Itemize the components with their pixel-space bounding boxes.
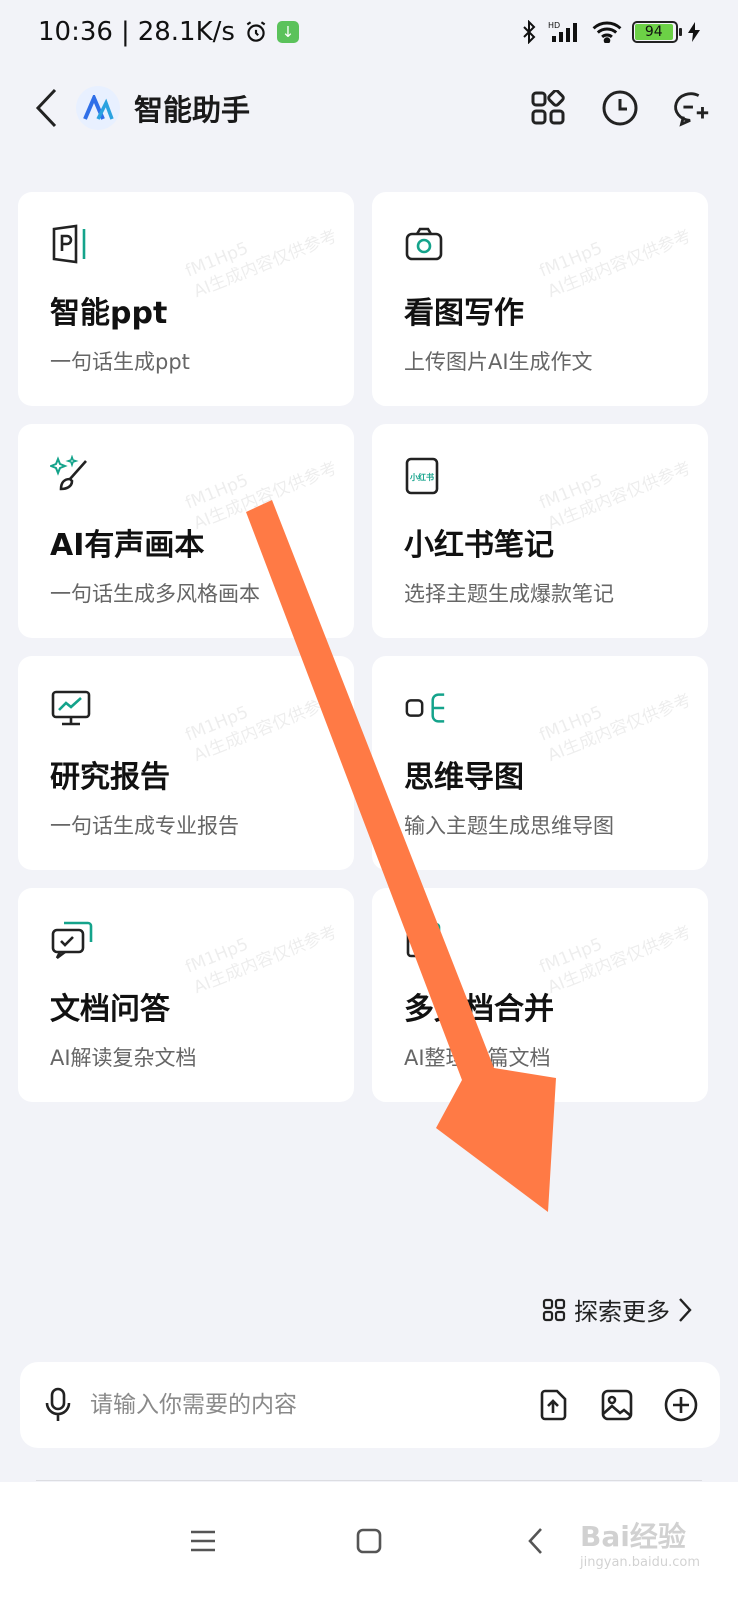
upload-image-button[interactable] — [598, 1386, 636, 1424]
plus-circle-icon — [664, 1388, 698, 1422]
assistant-logo-icon — [76, 86, 120, 130]
monitor-chart-icon — [50, 686, 94, 730]
alarm-icon — [243, 19, 269, 45]
bluetooth-icon — [520, 20, 538, 44]
card-title: 看图写作 — [404, 296, 524, 331]
card-title: AI有声画本 — [50, 528, 205, 563]
card-title: 研究报告 — [50, 760, 170, 795]
chevron-right-icon — [679, 1297, 692, 1322]
card-subtitle: 选择主题生成爆款笔记 — [404, 582, 614, 606]
microphone-icon — [45, 1387, 71, 1421]
upload-file-button[interactable] — [534, 1386, 572, 1424]
wifi-icon — [592, 21, 622, 43]
card-title: 思维导图 — [404, 760, 524, 795]
battery-indicator: 94 — [632, 21, 682, 43]
more-options-button[interactable] — [662, 1386, 700, 1424]
svg-text:HD: HD — [548, 21, 560, 30]
card-picture-writing[interactable]: 看图写作 上传图片AI生成作文 fM1Hp5 AI生成内容仅供参考 — [372, 192, 708, 406]
clock-icon — [602, 90, 638, 126]
card-title: 智能ppt — [50, 296, 168, 331]
feature-grid: 智能ppt 一句话生成ppt fM1Hp5 AI生成内容仅供参考 看图写作 上传图… — [18, 192, 722, 1102]
mindmap-icon — [404, 686, 448, 730]
new-chat-button[interactable] — [672, 88, 712, 128]
card-research-report[interactable]: 研究报告 一句话生成专业报告 fM1Hp5 AI生成内容仅供参考 — [18, 656, 354, 870]
card-mind-map[interactable]: 思维导图 输入主题生成思维导图 fM1Hp5 AI生成内容仅供参考 — [372, 656, 708, 870]
card-document-qa[interactable]: 文档问答 AI解读复杂文档 fM1Hp5 AI生成内容仅供参考 — [18, 888, 354, 1102]
card-title: 文档问答 — [50, 992, 170, 1027]
merge-doc-icon — [404, 918, 448, 962]
home-button[interactable] — [344, 1516, 394, 1566]
voice-input-button[interactable] — [40, 1387, 76, 1423]
menu-icon — [191, 1530, 215, 1552]
divider — [36, 1480, 702, 1481]
app-header: 智能助手 — [0, 68, 738, 148]
chat-doc-icon — [50, 918, 94, 962]
svg-text:小红书: 小红书 — [409, 472, 434, 482]
card-subtitle: AI整理多篇文档 — [404, 1046, 551, 1070]
xiaohongshu-icon: 小红书 — [404, 454, 448, 498]
network-speed: 28.1K/s — [137, 17, 235, 47]
chevron-left-icon — [528, 1528, 542, 1554]
signal-icon: HD — [548, 20, 582, 44]
card-subtitle: 一句话生成多风格画本 — [50, 582, 260, 606]
chat-input-bar — [20, 1362, 720, 1448]
battery-level: 94 — [635, 24, 673, 40]
baidu-url: jingyan.baidu.com — [580, 1555, 700, 1570]
paintbrush-sparkle-icon — [50, 454, 94, 498]
card-subtitle: 输入主题生成思维导图 — [404, 814, 614, 838]
image-icon — [601, 1389, 633, 1421]
back-button[interactable] — [26, 78, 66, 138]
camera-icon — [404, 222, 448, 266]
recent-apps-button[interactable] — [178, 1516, 228, 1566]
explore-more-link[interactable]: 探索更多 — [542, 1292, 692, 1327]
card-subtitle: 上传图片AI生成作文 — [404, 350, 593, 374]
card-multi-doc-merge[interactable]: 多文档合并 AI整理多篇文档 fM1Hp5 AI生成内容仅供参考 — [372, 888, 708, 1102]
message-input[interactable] — [90, 1392, 534, 1418]
square-icon — [356, 1528, 382, 1554]
ppt-icon — [50, 222, 94, 266]
apps-grid-icon — [531, 90, 565, 125]
card-smart-ppt[interactable]: 智能ppt 一句话生成ppt fM1Hp5 AI生成内容仅供参考 — [18, 192, 354, 406]
card-subtitle: AI解读复杂文档 — [50, 1046, 197, 1070]
card-subtitle: 一句话生成专业报告 — [50, 814, 239, 838]
apps-grid-icon — [542, 1298, 566, 1321]
status-bar: 10:36 | 28.1K/s ↓ HD 94 — [0, 0, 738, 64]
file-upload-icon — [540, 1389, 567, 1421]
history-button[interactable] — [600, 88, 640, 128]
baidu-watermark: Bai经验 jingyan.baidu.com — [580, 1515, 700, 1570]
charging-icon — [688, 22, 700, 42]
status-time: 10:36 — [38, 17, 113, 47]
card-subtitle: 一句话生成ppt — [50, 350, 190, 374]
page-title: 智能助手 — [134, 93, 251, 127]
card-ai-audio-picture-book[interactable]: AI有声画本 一句话生成多风格画本 fM1Hp5 AI生成内容仅供参考 — [18, 424, 354, 638]
new-chat-icon — [674, 92, 709, 127]
download-icon: ↓ — [276, 21, 299, 43]
card-title: 多文档合并 — [404, 992, 554, 1027]
card-title: 小红书笔记 — [404, 528, 554, 563]
nav-back-button[interactable] — [510, 1516, 560, 1566]
apps-grid-button[interactable] — [528, 88, 568, 128]
baidu-brand: Bai经验 — [580, 1520, 686, 1553]
card-xiaohongshu-notes[interactable]: 小红书 小红书笔记 选择主题生成爆款笔记 fM1Hp5 AI生成内容仅供参考 — [372, 424, 708, 638]
explore-more-label: 探索更多 — [574, 1298, 670, 1326]
